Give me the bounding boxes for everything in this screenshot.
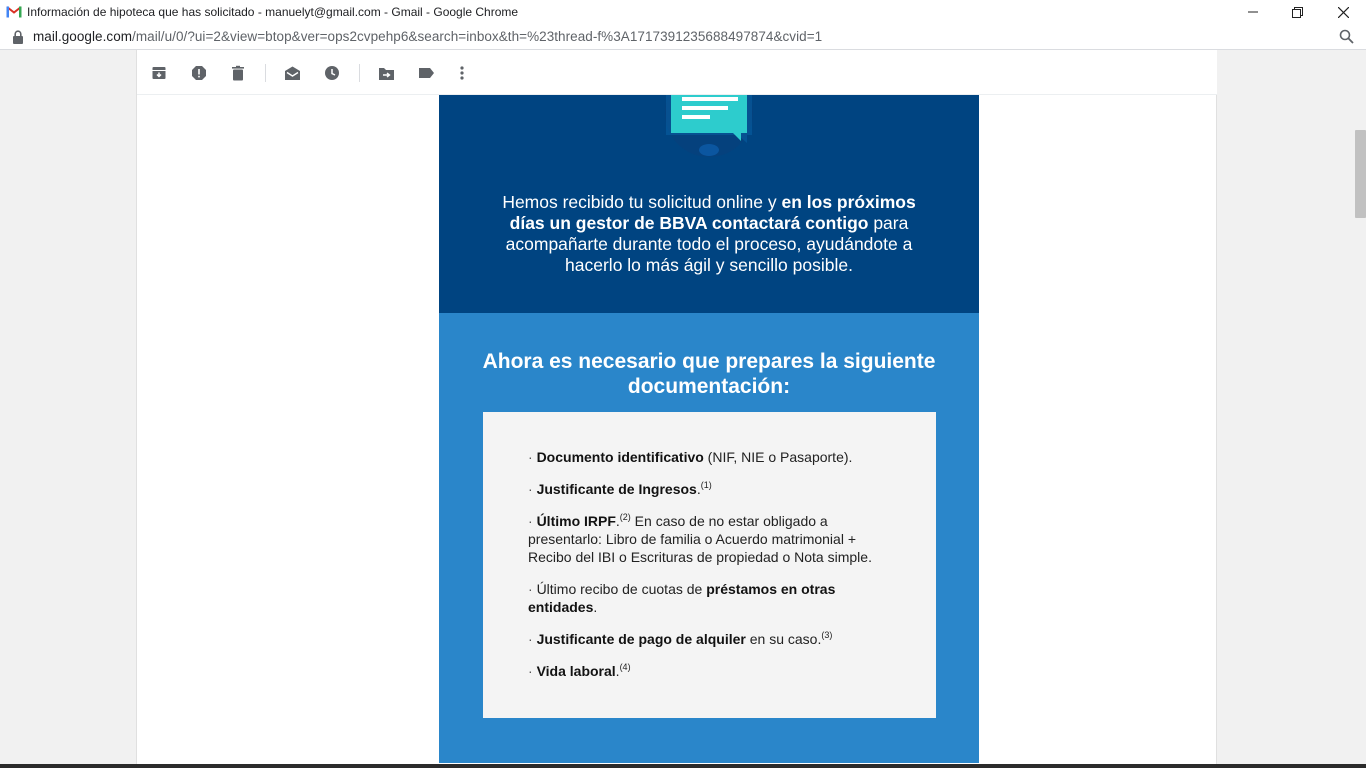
report-spam-button[interactable] — [189, 63, 209, 83]
label-icon — [418, 68, 434, 78]
toolbar-divider — [265, 64, 266, 82]
list-item: · Justificante de pago de alquiler en su… — [528, 630, 833, 648]
email-body: Hemos recibido tu solicitud online y en … — [439, 95, 979, 763]
minimize-button[interactable] — [1230, 0, 1276, 24]
documentation-title: Ahora es necesario que prepares la sigui… — [482, 350, 936, 398]
documentation-section: Ahora es necesario que prepares la sigui… — [439, 313, 979, 763]
taskbar-edge — [0, 764, 1366, 768]
archive-button[interactable] — [149, 63, 169, 83]
window-title: Información de hipoteca que has solicita… — [27, 5, 519, 19]
list-item: · Vida laboral.(4) — [528, 662, 631, 680]
delete-button[interactable] — [228, 63, 248, 83]
snooze-button[interactable] — [322, 63, 342, 83]
documentation-box: · Documento identificativo (NIF, NIE o P… — [483, 412, 936, 718]
list-item: · Último recibo de cuotas de préstamos e… — [528, 581, 836, 615]
mail-column: Hemos recibido tu solicitud online y en … — [136, 50, 1217, 768]
mark-unread-button[interactable] — [282, 63, 302, 83]
window-titlebar: Información de hipoteca que has solicita… — [0, 0, 1366, 24]
report-spam-icon — [192, 66, 206, 80]
archive-icon — [152, 67, 166, 79]
zoom-icon[interactable] — [1339, 29, 1354, 44]
more-icon — [460, 66, 464, 80]
list-item: · Último IRPF.(2) En caso de no estar ob… — [528, 512, 872, 566]
mark-unread-icon — [284, 66, 300, 80]
mail-toolbar — [137, 50, 1217, 95]
list-item: · Documento identificativo (NIF, NIE o P… — [528, 449, 853, 465]
url-text[interactable]: mail.google.com/mail/u/0/?ui=2&view=btop… — [33, 29, 822, 44]
delete-icon — [232, 65, 244, 81]
email-hero-section: Hemos recibido tu solicitud online y en … — [439, 95, 979, 313]
gmail-icon — [6, 5, 22, 18]
page-content: Hemos recibido tu solicitud online y en … — [0, 50, 1366, 768]
snooze-icon — [325, 66, 339, 80]
move-to-button[interactable] — [376, 63, 396, 83]
close-icon — [1337, 6, 1349, 18]
minimize-icon — [1248, 11, 1258, 13]
restore-icon — [1291, 6, 1303, 18]
close-button[interactable] — [1320, 0, 1366, 24]
lock-icon — [13, 30, 23, 44]
label-button[interactable] — [416, 63, 436, 83]
documentation-list: · Documento identificativo (NIF, NIE o P… — [528, 448, 898, 694]
more-button[interactable] — [452, 63, 472, 83]
hero-message: Hemos recibido tu solicitud online y en … — [502, 192, 916, 275]
list-item: · Justificante de Ingresos.(1) — [528, 480, 712, 498]
move-to-icon — [378, 67, 394, 80]
vertical-scrollbar[interactable] — [1355, 130, 1366, 218]
chat-message-icon — [665, 95, 753, 157]
address-bar[interactable]: mail.google.com/mail/u/0/?ui=2&view=btop… — [0, 24, 1366, 50]
restore-button[interactable] — [1274, 0, 1320, 24]
toolbar-divider — [359, 64, 360, 82]
